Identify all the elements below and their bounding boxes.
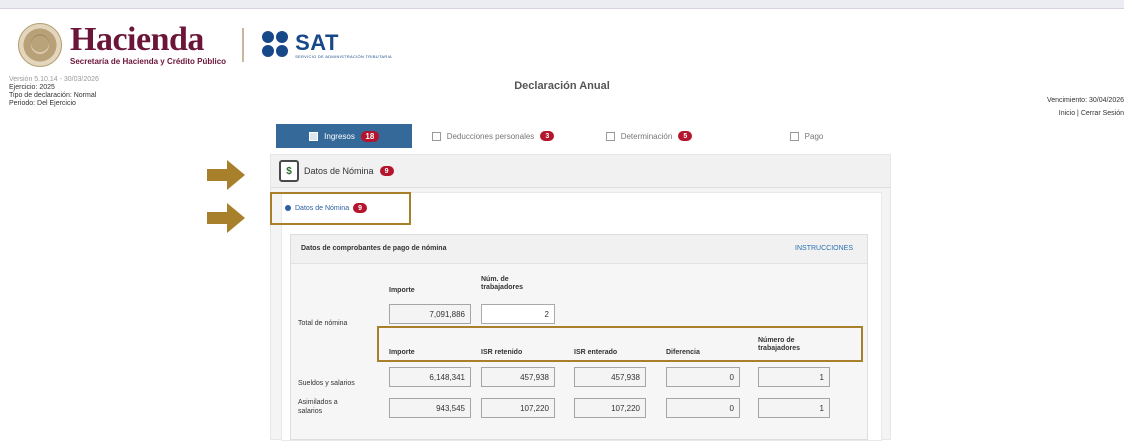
sat-title: SAT: [295, 29, 339, 55]
money-icon: $: [279, 160, 299, 182]
total-trabajadores-field[interactable]: 2: [481, 304, 555, 324]
section-title: Datos de Nómina: [304, 166, 374, 176]
total-nomina-label: Total de nómina: [298, 320, 348, 327]
top-strip: [0, 0, 1124, 8]
tipo-declaracion-text: Tipo de declaración: Normal: [9, 92, 97, 99]
due-info: Vencimiento: 30/04/2026 Inicio | Cerrar …: [1047, 94, 1124, 120]
annotation-arrow-icon: [207, 203, 245, 233]
sueldos-trabajadores-field: 1: [758, 367, 830, 387]
sueldos-isr-enterado-field: 457,938: [574, 367, 646, 387]
sat-subtitle: SERVICIO DE ADMINISTRACIÓN TRIBUTARIA: [295, 53, 392, 59]
row-label-asimilados: Asimilados a salarios: [298, 399, 338, 415]
card-title: Datos de comprobantes de pago de nómina: [301, 245, 447, 252]
tab-label: Determinación: [620, 131, 673, 141]
hacienda-subtitle: Secretaría de Hacienda y Crédito Público: [70, 57, 227, 66]
row-label-sueldos: Sueldos y salarios: [298, 380, 355, 387]
section-tabs: Ingresos 18 Deducciones personales 3 Det…: [276, 124, 889, 148]
national-seal-icon: [18, 23, 62, 67]
card-header: Datos de comprobantes de pago de nómina …: [291, 235, 867, 264]
annotation-arrow-icon: [207, 160, 245, 190]
annotation-highlight-headers: [377, 326, 863, 362]
total-importe-field: 7,091,886: [389, 304, 471, 324]
header-importe-total: Importe: [389, 287, 415, 294]
tab-determinacion[interactable]: Determinación 5: [574, 124, 724, 148]
tab-label: Pago: [804, 131, 824, 141]
instructions-link[interactable]: INSTRUCCIONES: [795, 245, 853, 252]
vencimiento-text: Vencimiento: 30/04/2026: [1046, 97, 1124, 104]
session-links[interactable]: Inicio | Cerrar Sesión: [1047, 107, 1124, 120]
asimilados-diferencia-field: 0: [666, 398, 740, 418]
hacienda-title: Hacienda: [70, 21, 204, 58]
checkbox-icon: [309, 131, 319, 141]
periodo-text: Periodo: Del Ejercicio: [9, 100, 76, 107]
sueldos-importe-field: 6,148,341: [389, 367, 471, 387]
top-strip-border: [0, 8, 1124, 9]
checkbox-icon: [605, 131, 615, 141]
header-num-trabajadores-total: Núm. de trabajadores: [481, 276, 524, 291]
tab-pago[interactable]: Pago: [724, 124, 889, 148]
tab-deducciones[interactable]: Deducciones personales 3: [412, 124, 574, 148]
tab-label: Ingresos: [324, 131, 355, 141]
hacienda-logo: Hacienda Secretaría de Hacienda y Crédit…: [70, 21, 227, 67]
tab-badge: 18: [360, 130, 379, 142]
asimilados-isr-retenido-field: 107,220: [481, 398, 555, 418]
tab-badge: 5: [678, 131, 693, 141]
sueldos-isr-retenido-field: 457,938: [481, 367, 555, 387]
tab-label: Deducciones personales: [446, 131, 535, 141]
tab-ingresos[interactable]: Ingresos 18: [276, 124, 412, 148]
asimilados-importe-field: 943,545: [389, 398, 471, 418]
asimilados-trabajadores-field: 1: [758, 398, 830, 418]
sat-logo: SAT SERVICIO DE ADMINISTRACIÓN TRIBUTARI…: [295, 29, 392, 59]
sat-dots-icon: [262, 31, 292, 59]
logo-divider: [242, 28, 245, 62]
checkbox-icon: [431, 131, 441, 141]
asimilados-isr-enterado-field: 107,220: [574, 398, 646, 418]
header-logos: Hacienda Secretaría de Hacienda y Crédit…: [18, 20, 392, 70]
annotation-highlight-subsection: [270, 192, 411, 225]
checkbox-icon: [789, 131, 799, 141]
section-badge: 9: [379, 166, 394, 176]
section-header[interactable]: $ Datos de Nómina 9: [271, 155, 890, 188]
tab-badge: 3: [540, 131, 555, 141]
page-title: Declaración Anual: [514, 80, 610, 92]
sueldos-diferencia-field: 0: [666, 367, 740, 387]
